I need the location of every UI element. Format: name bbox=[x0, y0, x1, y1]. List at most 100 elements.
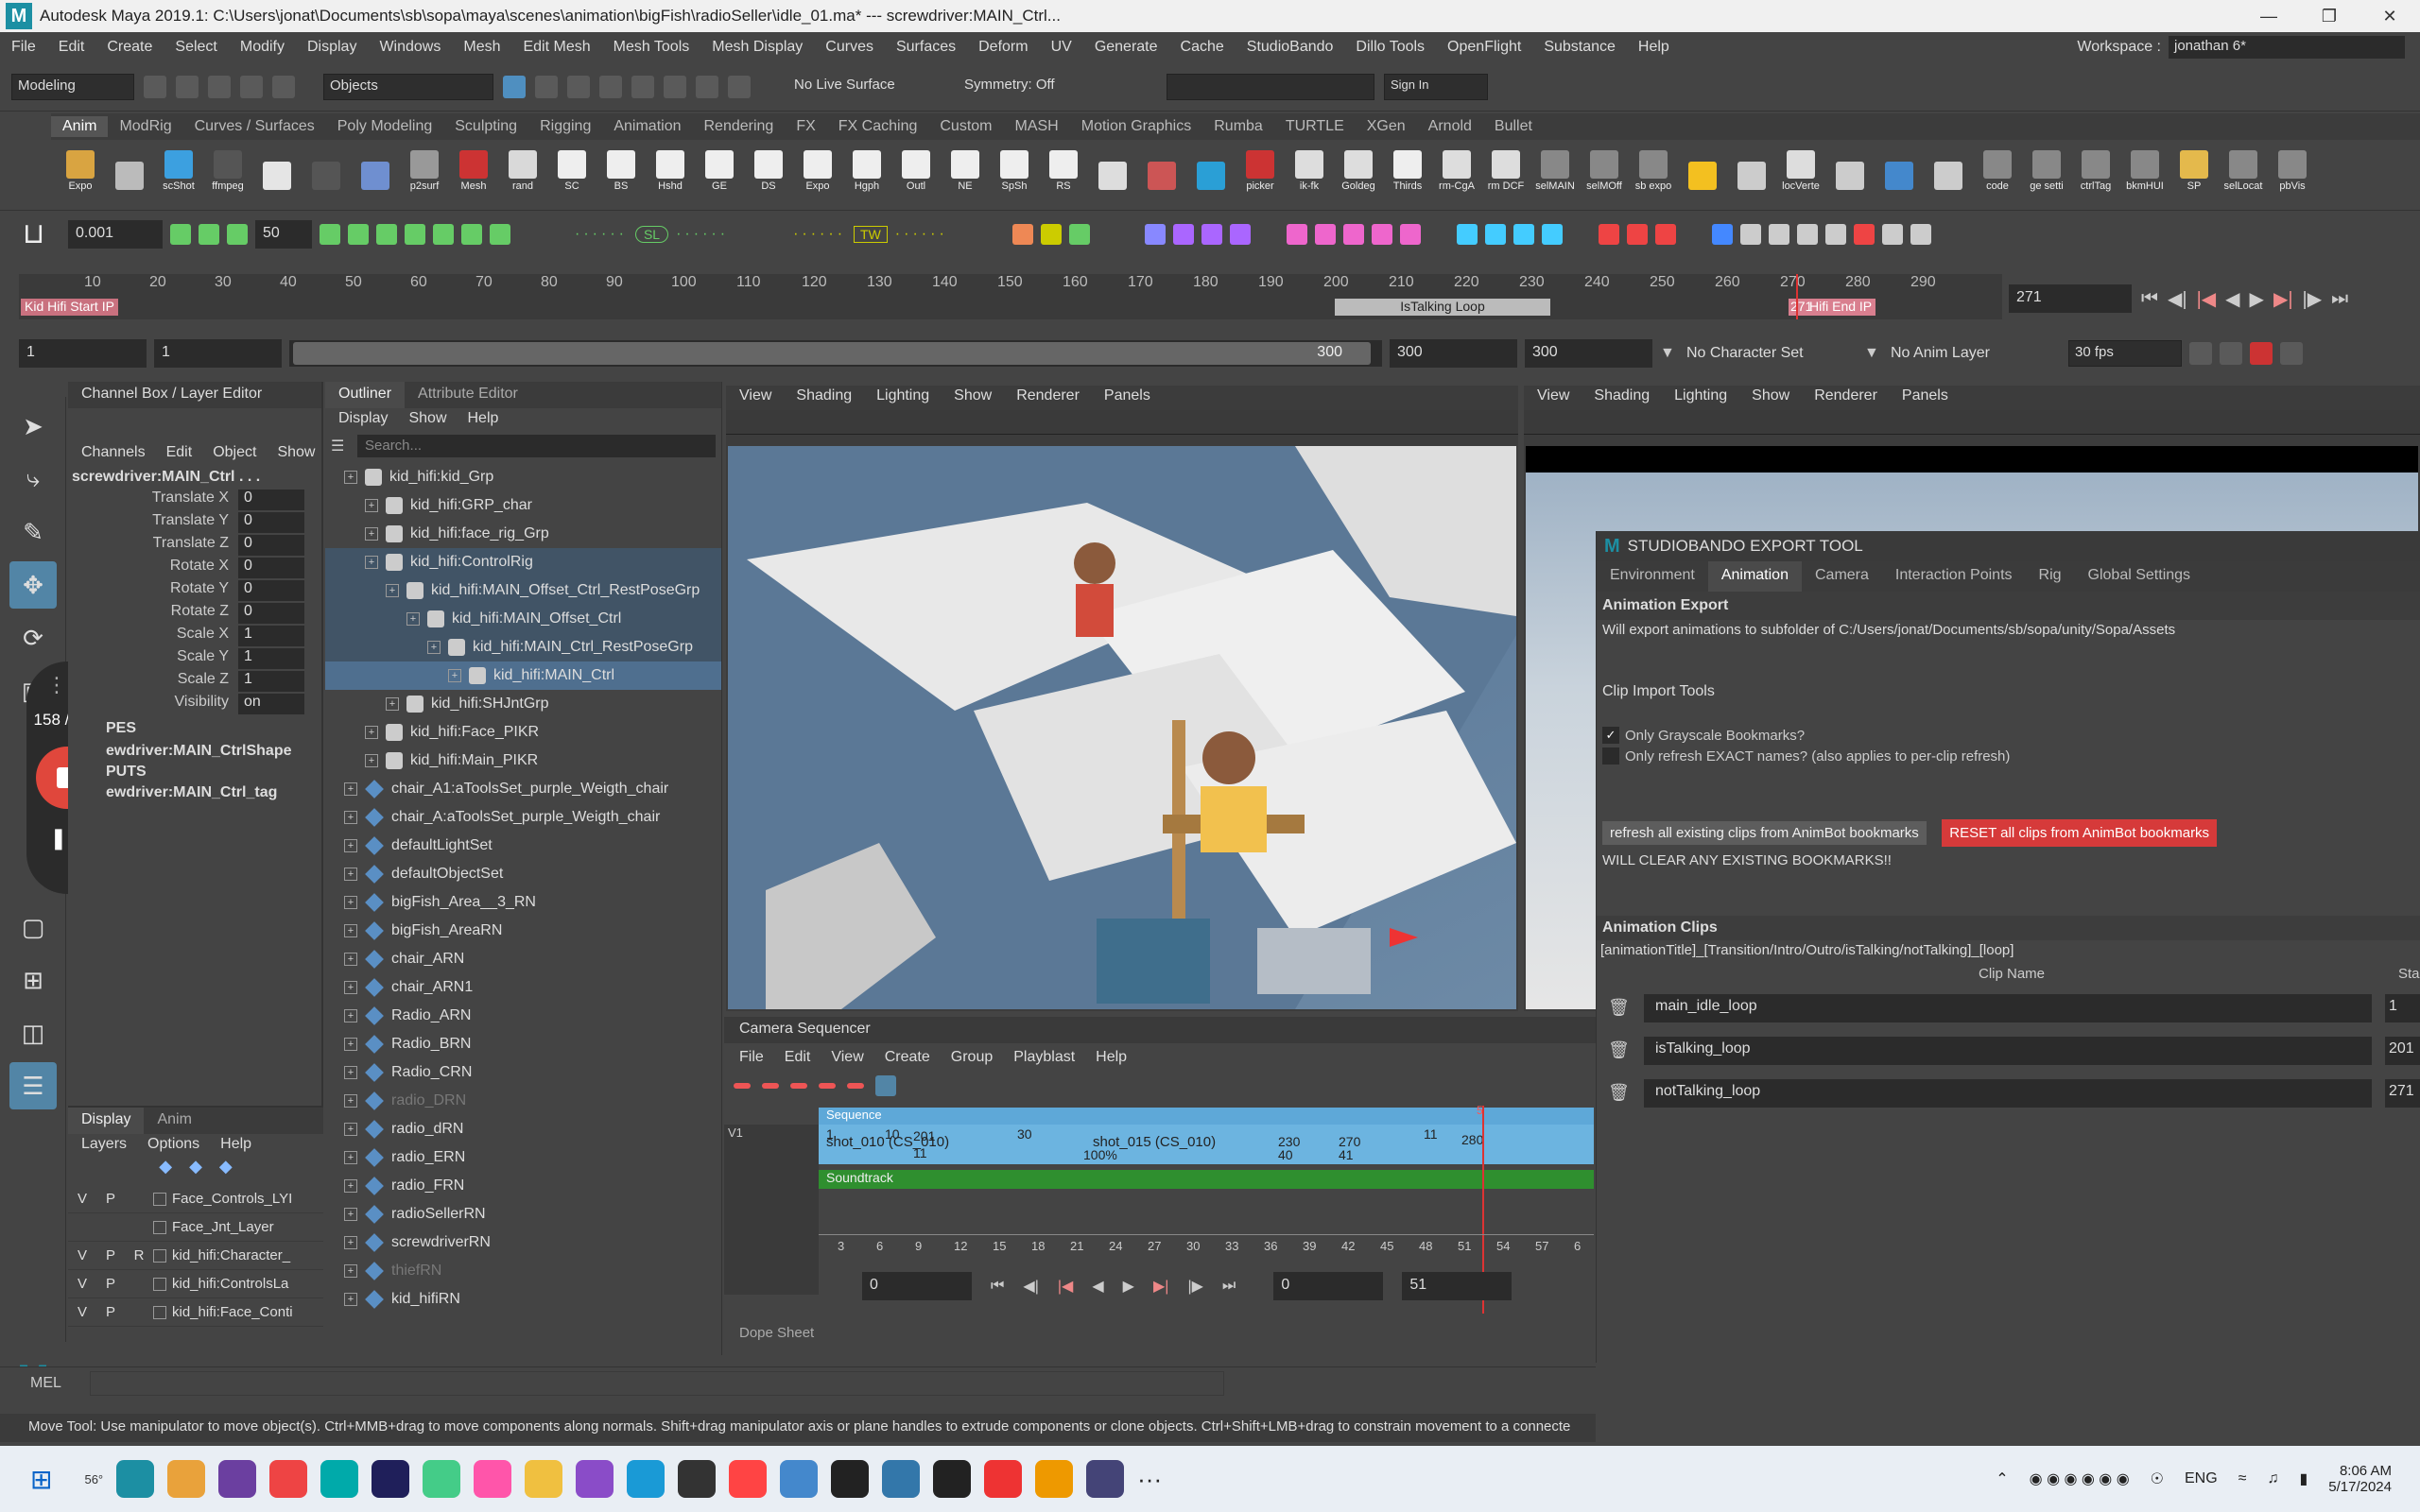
key-tangent-icon[interactable] bbox=[320, 223, 340, 245]
next-key-icon[interactable]: ▶| bbox=[2273, 287, 2293, 311]
expand-toggle-icon[interactable]: + bbox=[344, 1293, 357, 1306]
shelf-button-0[interactable]: Expo bbox=[59, 141, 102, 192]
seq-ripple-icon[interactable] bbox=[819, 1083, 836, 1089]
shelf-button-38[interactable] bbox=[1927, 141, 1970, 192]
viewport-toolbar-2[interactable] bbox=[1524, 410, 2420, 435]
rotate-tool-icon[interactable]: ⟳ bbox=[9, 614, 57, 662]
edge-icon[interactable] bbox=[320, 1460, 359, 1498]
app-icon-5[interactable] bbox=[984, 1460, 1023, 1498]
outliner-item[interactable]: + kid_hifi:MAIN_Ctrl bbox=[325, 662, 721, 690]
menu-select[interactable]: Select bbox=[164, 39, 228, 56]
curve-icon[interactable] bbox=[1598, 223, 1619, 245]
figma-icon[interactable] bbox=[831, 1460, 870, 1498]
menu-file[interactable]: File bbox=[0, 39, 47, 56]
layer-row[interactable]: V P Face_Controls_LYI bbox=[68, 1185, 323, 1213]
lasso-tool-icon[interactable]: ⤷ bbox=[9, 455, 57, 503]
vivaldi-icon[interactable] bbox=[269, 1460, 308, 1498]
playback-end-input[interactable]: 300 bbox=[1390, 339, 1517, 368]
nudge-value-input[interactable]: 0.001 bbox=[68, 219, 163, 249]
move-tool-icon[interactable]: ✥ bbox=[9, 561, 57, 609]
layer-row[interactable]: V P Rkid_hifi:Character_ bbox=[68, 1242, 323, 1270]
expand-toggle-icon[interactable]: + bbox=[344, 1038, 357, 1051]
volume-icon[interactable]: ♫ bbox=[2267, 1470, 2278, 1487]
shelf-tab-2[interactable]: Curves / Surfaces bbox=[183, 116, 326, 137]
search-app-icon[interactable] bbox=[1035, 1460, 1074, 1498]
delete-clip-icon[interactable]: 🗑 bbox=[1608, 1040, 1630, 1060]
key-copy-icon[interactable] bbox=[433, 223, 454, 245]
shelf-button-6[interactable] bbox=[354, 141, 397, 192]
live-surface-label[interactable]: No Live Surface bbox=[788, 73, 930, 100]
shelf-button-26[interactable]: Goldeg bbox=[1337, 141, 1380, 192]
expand-toggle-icon[interactable]: + bbox=[406, 612, 420, 626]
battery-icon[interactable]: ▮ bbox=[2299, 1469, 2308, 1488]
outliner-item[interactable]: + Radio_CRN bbox=[325, 1058, 721, 1087]
channel-value[interactable]: 0 bbox=[238, 603, 304, 624]
new-scene-icon[interactable] bbox=[144, 75, 166, 98]
shelf-tab-7[interactable]: Rendering bbox=[693, 116, 786, 137]
outliner-item[interactable]: + radio_FRN bbox=[325, 1172, 721, 1200]
search-options-icon[interactable]: ☰ bbox=[331, 437, 357, 455]
shelf-button-39[interactable]: code bbox=[1976, 141, 2019, 192]
shot-track[interactable]: 1 10 shot_010 (CS_010) 201 11 30 shot_01… bbox=[819, 1125, 1594, 1164]
channel-value[interactable]: 0 bbox=[238, 580, 304, 601]
menu-cache[interactable]: Cache bbox=[1169, 39, 1236, 56]
clip-name-input[interactable]: notTalking_loop bbox=[1644, 1079, 2372, 1108]
tag-node[interactable]: ewdriver:MAIN_Ctrl_tag bbox=[68, 782, 321, 803]
tween-line-yellow[interactable]: ······ bbox=[793, 226, 846, 243]
weather-widget[interactable]: 56° bbox=[84, 1472, 103, 1486]
ghost-icon[interactable] bbox=[1229, 223, 1251, 245]
character-set-arrow-icon[interactable]: ▼ bbox=[1660, 345, 1679, 362]
shelf-button-25[interactable]: ik-fk bbox=[1288, 141, 1331, 192]
menu-uv[interactable]: UV bbox=[1040, 39, 1083, 56]
new-layer-icon[interactable]: ◆ bbox=[219, 1157, 233, 1185]
shelf-tab-10[interactable]: Custom bbox=[928, 116, 1003, 137]
viewport-menu-renderer[interactable]: Renderer bbox=[1016, 387, 1080, 408]
shelf-button-27[interactable]: Thirds bbox=[1386, 141, 1429, 192]
history-icon[interactable] bbox=[664, 75, 686, 98]
select-hierarchy-icon[interactable] bbox=[503, 75, 526, 98]
bookmark-start[interactable]: Kid Hifi Start IP bbox=[21, 299, 118, 316]
outliner-item[interactable]: + kid_hifi:SHJntGrp bbox=[325, 690, 721, 718]
seq-go-end-icon[interactable]: ⏭ bbox=[1222, 1278, 1236, 1295]
soundtrack-bar[interactable]: Soundtrack bbox=[819, 1170, 1594, 1189]
expand-toggle-icon[interactable]: + bbox=[386, 697, 399, 711]
layer-playback-toggle[interactable]: P bbox=[96, 1276, 125, 1292]
bookmark-icon[interactable] bbox=[1626, 223, 1648, 245]
more-apps-icon[interactable]: ··· bbox=[1137, 1465, 1162, 1494]
app-icon-1[interactable] bbox=[218, 1460, 257, 1498]
shelf-button-3[interactable]: ffmpeg bbox=[206, 141, 250, 192]
app-icon-2[interactable] bbox=[474, 1460, 512, 1498]
mel-label[interactable]: MEL bbox=[30, 1375, 61, 1392]
outliner-tab-0[interactable]: Outliner bbox=[325, 382, 406, 408]
outliner-item[interactable]: + Radio_ARN bbox=[325, 1002, 721, 1030]
sound-icon[interactable] bbox=[2220, 342, 2242, 365]
time-slider[interactable]: 10 20 30 40 50 60 70 80 90 100 110 120 130 140 150 160 1… bbox=[19, 274, 2002, 319]
viewport-menu-shading[interactable]: Shading bbox=[796, 387, 852, 408]
shelf-button-37[interactable] bbox=[1877, 141, 1921, 192]
app-icon-6[interactable] bbox=[1086, 1460, 1125, 1498]
channel-row-translate-z[interactable]: Translate Z 0 bbox=[68, 535, 321, 558]
close-button[interactable]: ✕ bbox=[2360, 0, 2420, 32]
shelf-button-29[interactable]: rm DCF bbox=[1484, 141, 1528, 192]
menu-edit-mesh[interactable]: Edit Mesh bbox=[511, 39, 601, 56]
seq-trim-icon[interactable] bbox=[790, 1083, 807, 1089]
globe-icon[interactable] bbox=[1371, 223, 1392, 245]
key-green-icon[interactable] bbox=[1068, 223, 1090, 245]
export-tab-rig[interactable]: Rig bbox=[2026, 561, 2075, 592]
seq-menu-file[interactable]: File bbox=[739, 1049, 764, 1068]
layer-tab-anim[interactable]: Anim bbox=[144, 1108, 204, 1134]
seq-step-forward-icon[interactable]: |▶ bbox=[1187, 1277, 1202, 1296]
outliner-item[interactable]: + kid_hifi:kid_Grp bbox=[325, 463, 721, 491]
undo-icon[interactable] bbox=[240, 75, 263, 98]
shelf-tab-12[interactable]: Motion Graphics bbox=[1070, 116, 1203, 137]
bookmark-talking[interactable]: IsTalking Loop bbox=[1335, 299, 1550, 316]
reset-clips-button[interactable]: RESET all clips from AnimBot bookmarks bbox=[1942, 819, 2218, 847]
seq-go-start-icon[interactable]: ⏮ bbox=[991, 1278, 1004, 1295]
viewport-menu-panels[interactable]: Panels bbox=[1104, 387, 1150, 408]
shelf-button-14[interactable]: DS bbox=[747, 141, 790, 192]
outliner-item[interactable]: + kid_hifiRN bbox=[325, 1285, 721, 1314]
seq-menu-create[interactable]: Create bbox=[885, 1049, 930, 1068]
delete-clip-icon[interactable]: 🗑 bbox=[1608, 998, 1630, 1018]
seq-current-input[interactable]: 0 bbox=[1273, 1272, 1384, 1300]
channel-row-visibility[interactable]: Visibility on bbox=[68, 694, 321, 716]
